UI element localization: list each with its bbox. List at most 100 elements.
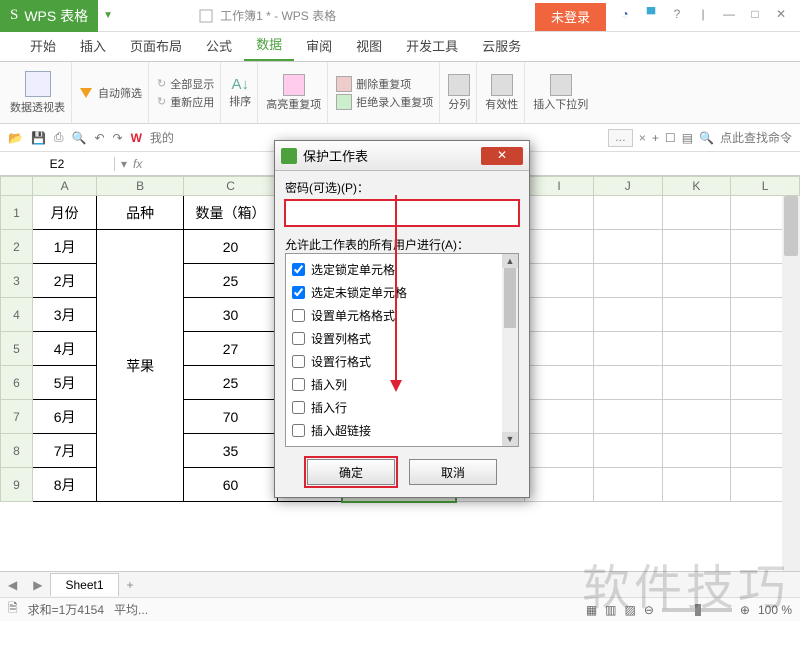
app-menu-dropdown-icon[interactable]: ▼ [98,10,118,21]
app-badge[interactable]: SWPS 表格 [0,0,98,32]
cell[interactable]: 25 [184,264,278,298]
new-tab-icon[interactable]: + [652,131,659,145]
cell[interactable]: 6月 [33,400,97,434]
row-header[interactable]: 4 [1,298,33,332]
cell[interactable]: 3月 [33,298,97,332]
row-header[interactable]: 9 [1,468,33,502]
permission-checkbox[interactable] [292,424,305,437]
zoom-level[interactable]: 100 % [758,603,792,617]
cell[interactable]: 8月 [33,468,97,502]
cell[interactable]: 27 [184,332,278,366]
tshirt-icon[interactable]: ▀ [642,7,660,25]
row-header[interactable]: 7 [1,400,33,434]
row-header[interactable]: 8 [1,434,33,468]
scroll-up-icon[interactable]: ▲ [502,254,518,268]
cell[interactable]: 1月 [33,230,97,264]
permission-checkbox[interactable] [292,355,305,368]
cell[interactable]: 70 [184,400,278,434]
help-icon[interactable]: ? [668,7,686,25]
redo-icon[interactable]: ↷ [113,131,123,145]
zoom-in-icon[interactable]: ⊕ [740,603,750,617]
tab-开始[interactable]: 开始 [18,30,68,61]
cell[interactable] [593,264,662,298]
cloud-icon[interactable]: ◔ [616,7,634,25]
scroll-down-icon[interactable]: ▼ [502,432,518,446]
cancel-button[interactable]: 取消 [409,459,497,485]
search-hint[interactable]: 点此查找命令 [720,129,792,146]
cell[interactable] [525,366,594,400]
sort-button[interactable]: A↓排序 [223,62,258,123]
permission-item[interactable]: 设置列格式 [292,327,512,350]
permission-item[interactable]: 插入超链接 [292,419,512,442]
row-header[interactable]: 1 [1,196,33,230]
permission-checkbox[interactable] [292,309,305,322]
row-header[interactable]: 6 [1,366,33,400]
cell[interactable] [525,332,594,366]
col-header[interactable]: L [731,177,800,196]
windows-icon[interactable]: ▤ [682,131,693,145]
login-button[interactable]: 未登录 [535,3,606,31]
row-header[interactable]: 5 [1,332,33,366]
cell[interactable]: 25 [184,366,278,400]
wps-logo-icon[interactable]: W [131,131,142,145]
name-box[interactable]: E2 [0,157,115,171]
select-all-corner[interactable] [1,177,33,196]
permission-item[interactable]: 插入列 [292,373,512,396]
cell[interactable] [525,434,594,468]
zoom-slider[interactable] [662,608,732,612]
cell[interactable] [662,468,731,502]
permission-checkbox[interactable] [292,332,305,345]
dialog-close-button[interactable]: ✕ [481,147,523,165]
password-input[interactable] [285,200,519,226]
cell[interactable] [593,468,662,502]
cell[interactable]: 5月 [33,366,97,400]
zoom-out-icon[interactable]: ⊖ [644,603,654,617]
fx-dropdown-icon[interactable]: ▾ [121,157,127,171]
reject-dup-button[interactable]: 拒绝录入重复项 [336,93,433,111]
cell[interactable] [662,434,731,468]
tab-数据[interactable]: 数据 [244,28,294,61]
col-header[interactable]: B [97,177,184,196]
close-window-icon[interactable]: ✕ [772,7,790,25]
maximize-icon[interactable]: □ [746,7,764,25]
cell[interactable] [662,196,731,230]
text-to-columns-button[interactable]: 分列 [442,62,477,123]
cell[interactable]: 4月 [33,332,97,366]
tab-公式[interactable]: 公式 [194,30,244,61]
cell[interactable] [593,434,662,468]
cell[interactable] [593,298,662,332]
reapply-button[interactable]: ↻重新应用 [157,93,214,111]
cell[interactable]: 品种 [97,196,184,230]
pivot-table-button[interactable]: 数据透视表 [4,62,72,123]
show-all-button[interactable]: ↻全部显示 [157,75,214,93]
permission-item[interactable]: 选定锁定单元格 [292,258,512,281]
cell[interactable] [525,230,594,264]
cell[interactable] [525,298,594,332]
cell[interactable]: 苹果 [97,230,184,502]
cell[interactable] [662,332,731,366]
col-header[interactable]: C [184,177,278,196]
validation-button[interactable]: 有效性 [479,62,525,123]
sheet-nav-prev-icon[interactable]: ◀ [0,578,25,592]
cell[interactable]: 月份 [33,196,97,230]
cell[interactable] [525,196,594,230]
undo-icon[interactable]: ↶ [94,131,104,145]
ok-button[interactable]: 确定 [307,459,395,485]
cell[interactable]: 2月 [33,264,97,298]
sheet-nav-next-icon[interactable]: ▶ [25,578,50,592]
tab-插入[interactable]: 插入 [68,30,118,61]
window-icon[interactable]: ☐ [665,131,676,145]
dialog-titlebar[interactable]: 保护工作表 ✕ [275,141,529,171]
cell[interactable]: 20 [184,230,278,264]
remove-dup-button[interactable]: 删除重复项 [336,75,411,93]
print-icon[interactable]: ⎙ [54,130,64,145]
cell[interactable]: 60 [184,468,278,502]
cell[interactable] [662,366,731,400]
cell[interactable]: 30 [184,298,278,332]
workbook-tab[interactable]: … [608,129,633,147]
permission-checkbox[interactable] [292,401,305,414]
cell[interactable] [662,264,731,298]
permission-checkbox[interactable] [292,263,305,276]
cell[interactable] [593,230,662,264]
cell[interactable] [525,468,594,502]
